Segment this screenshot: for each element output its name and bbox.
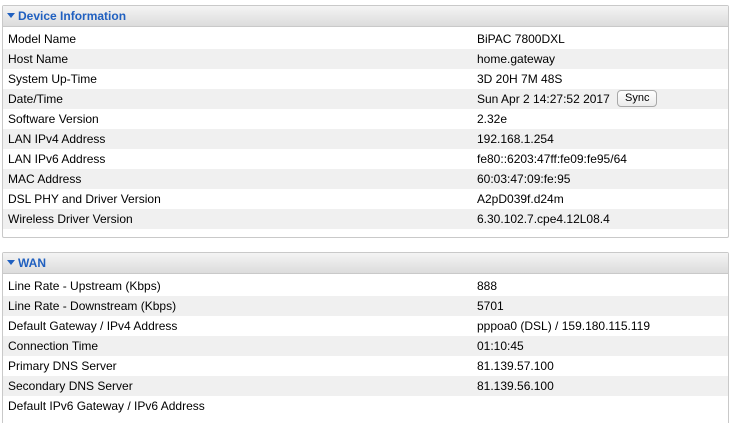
- label-primary-dns: Primary DNS Server: [8, 359, 117, 373]
- wan-title: WAN: [18, 256, 46, 270]
- value-line-rate-upstream: 888: [477, 279, 498, 293]
- value-dsl-phy-version: A2pD039f.d24m: [477, 192, 564, 206]
- label-default-gateway-ipv4: Default Gateway / IPv4 Address: [8, 319, 178, 333]
- row-lan-ipv4: LAN IPv4 Address 192.168.1.254: [3, 129, 728, 149]
- label-connection-time: Connection Time: [8, 339, 99, 353]
- value-default-gateway-ipv4: pppoa0 (DSL) / 159.180.115.119: [477, 319, 651, 333]
- value-lan-ipv4: 192.168.1.254: [477, 132, 554, 146]
- row-software-version: Software Version 2.32e: [3, 109, 728, 129]
- value-secondary-dns: 81.139.56.100: [477, 379, 554, 393]
- label-lan-ipv4: LAN IPv4 Address: [8, 132, 106, 146]
- row-model-name: Model Name BiPAC 7800DXL: [3, 29, 728, 49]
- device-information-panel: Device Information Model Name BiPAC 7800…: [2, 5, 729, 238]
- label-model-name: Model Name: [8, 32, 77, 46]
- value-model-name: BiPAC 7800DXL: [477, 32, 565, 46]
- wan-header[interactable]: WAN: [3, 253, 728, 274]
- label-wireless-driver-version: Wireless Driver Version: [8, 212, 133, 226]
- row-date-time: Date/Time Sun Apr 2 14:27:52 2017 Sync: [3, 89, 728, 109]
- row-connection-time: Connection Time 01:10:45: [3, 336, 728, 356]
- device-information-header[interactable]: Device Information: [3, 6, 728, 27]
- label-mac-address: MAC Address: [8, 172, 82, 186]
- value-host-name: home.gateway: [477, 52, 556, 66]
- value-system-uptime: 3D 20H 7M 48S: [477, 72, 563, 86]
- value-connection-time: 01:10:45: [477, 339, 524, 353]
- wan-rows: Line Rate - Upstream (Kbps) 888 Line Rat…: [3, 274, 728, 416]
- row-line-rate-upstream: Line Rate - Upstream (Kbps) 888: [3, 276, 728, 296]
- row-lan-ipv6: LAN IPv6 Address fe80::6203:47ff:fe09:fe…: [3, 149, 728, 169]
- label-secondary-dns: Secondary DNS Server: [8, 379, 133, 393]
- wan-panel: WAN Line Rate - Upstream (Kbps) 888 Line…: [2, 252, 729, 423]
- label-line-rate-upstream: Line Rate - Upstream (Kbps): [8, 279, 161, 293]
- row-system-uptime: System Up-Time 3D 20H 7M 48S: [3, 69, 728, 89]
- collapse-triangle-icon[interactable]: [7, 260, 15, 265]
- label-line-rate-downstream: Line Rate - Downstream (Kbps): [8, 299, 177, 313]
- value-lan-ipv6: fe80::6203:47ff:fe09:fe95/64: [477, 152, 627, 166]
- collapse-triangle-icon[interactable]: [7, 13, 15, 18]
- row-secondary-dns: Secondary DNS Server 81.139.56.100: [3, 376, 728, 396]
- value-wireless-driver-version: 6.30.102.7.cpe4.12L08.4: [477, 212, 610, 226]
- value-mac-address: 60:03:47:09:fe:95: [477, 172, 571, 186]
- value-date-time: Sun Apr 2 14:27:52 2017: [477, 92, 610, 106]
- label-dsl-phy-version: DSL PHY and Driver Version: [8, 192, 161, 206]
- value-line-rate-downstream: 5701: [477, 299, 504, 313]
- row-primary-dns: Primary DNS Server 81.139.57.100: [3, 356, 728, 376]
- row-default-ipv6-gateway: Default IPv6 Gateway / IPv6 Address: [3, 396, 728, 416]
- device-information-title: Device Information: [18, 9, 127, 23]
- label-host-name: Host Name: [8, 52, 69, 66]
- label-lan-ipv6: LAN IPv6 Address: [8, 152, 106, 166]
- label-default-ipv6-gateway: Default IPv6 Gateway / IPv6 Address: [8, 399, 205, 413]
- row-default-gateway-ipv4: Default Gateway / IPv4 Address pppoa0 (D…: [3, 316, 728, 336]
- device-information-rows: Model Name BiPAC 7800DXL Host Name home.…: [3, 27, 728, 229]
- sync-button[interactable]: Sync: [617, 90, 658, 107]
- label-date-time: Date/Time: [8, 92, 63, 106]
- row-line-rate-downstream: Line Rate - Downstream (Kbps) 5701: [3, 296, 728, 316]
- value-primary-dns: 81.139.57.100: [477, 359, 554, 373]
- row-host-name: Host Name home.gateway: [3, 49, 728, 69]
- value-software-version: 2.32e: [477, 112, 508, 126]
- row-wireless-driver-version: Wireless Driver Version 6.30.102.7.cpe4.…: [3, 209, 728, 229]
- row-mac-address: MAC Address 60:03:47:09:fe:95: [3, 169, 728, 189]
- label-software-version: Software Version: [8, 112, 99, 126]
- row-dsl-phy-version: DSL PHY and Driver Version A2pD039f.d24m: [3, 189, 728, 209]
- label-system-uptime: System Up-Time: [8, 72, 97, 86]
